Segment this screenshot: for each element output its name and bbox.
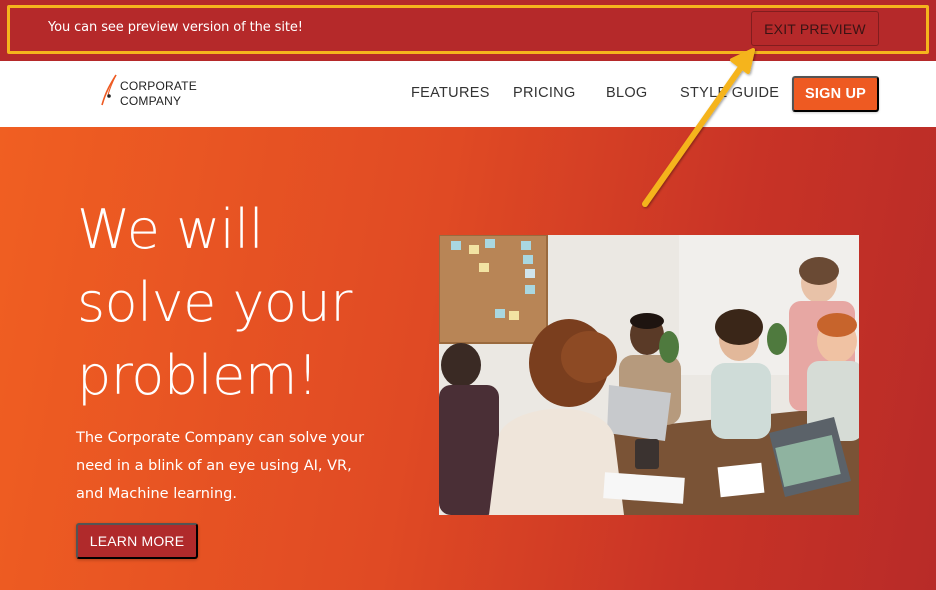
preview-message: You can see preview version of the site! (48, 20, 303, 35)
hero-team-photo (439, 235, 859, 515)
hero-headline: We will solve your problem! (77, 193, 397, 412)
site-navbar: CORPORATE COMPANY FEATURES PRICING BLOG … (0, 61, 936, 127)
preview-bar: You can see preview version of the site!… (0, 0, 936, 61)
logo-line-1: CORPORATE (120, 79, 197, 93)
hero-headline-line-1: We will (77, 198, 264, 261)
hero-headline-line-2: solve your (77, 271, 352, 334)
logo-line-2: COMPANY (120, 94, 182, 108)
hero-headline-line-3: problem! (77, 344, 319, 407)
nav-link-style-guide[interactable]: STYLE GUIDE (680, 85, 779, 101)
learn-more-button[interactable]: LEARN MORE (76, 523, 198, 559)
nav-link-features[interactable]: FEATURES (411, 85, 490, 101)
hero-section: We will solve your problem! The Corporat… (0, 127, 936, 590)
quill-logo-icon[interactable] (99, 73, 121, 109)
sign-up-button[interactable]: SIGN UP (792, 76, 879, 112)
exit-preview-button[interactable]: EXIT PREVIEW (751, 11, 879, 46)
team-meeting-illustration (439, 235, 859, 515)
logo-wordmark[interactable]: CORPORATE COMPANY (120, 79, 197, 109)
hero-subtext: The Corporate Company can solve your nee… (76, 430, 365, 502)
nav-link-pricing[interactable]: PRICING (513, 85, 576, 101)
nav-link-blog[interactable]: BLOG (606, 85, 648, 101)
